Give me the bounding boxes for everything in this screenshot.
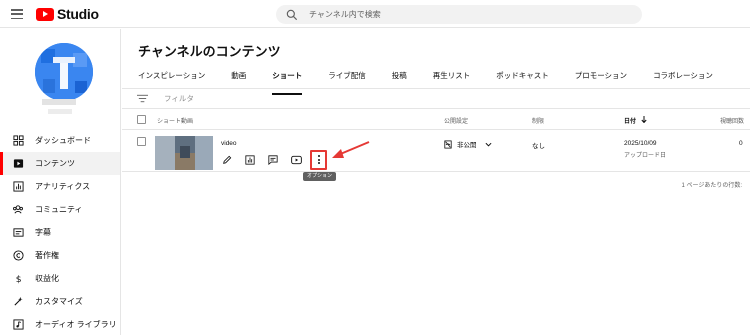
chevron-down-icon [485, 142, 491, 147]
row-checkbox[interactable] [137, 137, 146, 146]
filter-input[interactable]: フィルタ [164, 93, 194, 104]
sidebar-item-audio-library[interactable]: オーディオ ライブラリ [0, 313, 120, 335]
column-header-restrictions[interactable]: 制限 [532, 116, 544, 125]
sidebar-item-label: コンテンツ [35, 159, 75, 168]
sidebar-item-customize[interactable]: カスタマイズ [0, 290, 120, 313]
sidebar-item-label: コミュニティ [35, 205, 83, 214]
top-bar: Studio チャンネル内で検索 [0, 0, 750, 28]
content-icon [12, 158, 24, 170]
page-title: チャンネルのコンテンツ [138, 44, 281, 59]
copyright-icon [12, 250, 24, 262]
analytics-icon [12, 181, 24, 193]
subtitles-icon [12, 227, 24, 239]
analytics-icon[interactable] [244, 154, 256, 166]
sidebar-item-label: オーディオ ライブラリ [35, 320, 117, 329]
views-value: 0 [739, 140, 743, 147]
filter-icon [137, 94, 148, 103]
table-row[interactable]: video 非公開 なし 2025/10/09 アップロード日 0 [122, 130, 750, 172]
options-tooltip: オプション [303, 172, 337, 181]
sidebar-nav: ダッシュボード コンテンツ アナリティクス コミュニティ 字幕 著作権 $ 収益… [0, 129, 120, 335]
rows-per-page-label: 1 ページあたりの行数: [681, 183, 742, 189]
main-content: チャンネルのコンテンツ インスピレーション 動画 ショート ライブ配信 投稿 再… [122, 29, 750, 335]
audio-library-icon [12, 319, 24, 331]
hamburger-menu-icon[interactable] [11, 9, 23, 20]
customize-icon [12, 296, 24, 308]
channel-name-blurred [42, 99, 76, 105]
search-bar[interactable]: チャンネル内で検索 [276, 5, 642, 24]
date-type-label: アップロード日 [624, 153, 667, 159]
channel-avatar[interactable] [35, 43, 93, 101]
sidebar-item-label: ダッシュボード [35, 136, 91, 145]
sidebar-item-label: 字幕 [35, 228, 51, 237]
tab-live[interactable]: ライブ配信 [328, 68, 366, 88]
community-icon [12, 204, 24, 216]
studio-logo[interactable]: Studio [36, 6, 99, 22]
tab-podcasts[interactable]: ポッドキャスト [496, 68, 549, 88]
table-header: ショート動画 公開設定 制限 日付 視聴回数 [122, 110, 750, 130]
video-title[interactable]: video [221, 140, 237, 147]
edit-pencil-icon[interactable] [221, 154, 233, 166]
options-button[interactable] [310, 150, 327, 170]
sidebar-item-dashboard[interactable]: ダッシュボード [0, 129, 120, 152]
comments-icon[interactable] [267, 154, 279, 166]
sort-arrow-down-icon[interactable] [641, 116, 647, 123]
dashboard-icon [12, 135, 24, 147]
red-annotation-arrow [332, 141, 370, 158]
monetization-icon: $ [12, 273, 24, 285]
row-action-icons [221, 154, 313, 166]
sidebar-item-label: 著作権 [35, 251, 59, 260]
restrictions-value: なし [532, 143, 545, 150]
eye-off-icon [444, 140, 452, 148]
sidebar-item-analytics[interactable]: アナリティクス [0, 175, 120, 198]
sidebar: ダッシュボード コンテンツ アナリティクス コミュニティ 字幕 著作権 $ 収益… [0, 29, 121, 335]
column-header-visibility[interactable]: 公開設定 [444, 116, 468, 125]
visibility-value: 非公開 [457, 142, 477, 149]
tab-posts[interactable]: 投稿 [392, 68, 407, 88]
search-icon [286, 9, 298, 20]
youtube-play-icon [36, 7, 54, 21]
sidebar-item-community[interactable]: コミュニティ [0, 198, 120, 221]
content-tabs: インスピレーション 動画 ショート ライブ配信 投稿 再生リスト ポッドキャスト… [138, 68, 739, 95]
visibility-dropdown[interactable]: 非公開 [444, 139, 492, 149]
tab-videos[interactable]: 動画 [231, 68, 246, 88]
date-value: 2025/10/09 [624, 140, 657, 147]
youtube-view-icon[interactable] [290, 154, 302, 166]
sidebar-item-label: カスタマイズ [35, 297, 83, 306]
sidebar-item-label: 収益化 [35, 274, 59, 283]
svg-text:$: $ [15, 274, 21, 284]
column-header-date[interactable]: 日付 [624, 116, 636, 125]
column-header-views[interactable]: 視聴回数 [720, 116, 744, 125]
sidebar-item-label: アナリティクス [35, 182, 91, 191]
channel-handle-blurred [48, 109, 72, 114]
search-input[interactable]: チャンネル内で検索 [309, 9, 381, 20]
logo-text: Studio [57, 6, 99, 22]
sidebar-item-monetization[interactable]: $ 収益化 [0, 267, 120, 290]
column-header-video: ショート動画 [157, 119, 194, 125]
more-vert-icon [318, 155, 320, 166]
tab-playlists[interactable]: 再生リスト [433, 68, 471, 88]
tab-shorts[interactable]: ショート [272, 68, 303, 95]
video-thumbnail[interactable] [155, 136, 213, 170]
filter-bar[interactable]: フィルタ [122, 89, 750, 109]
tab-promotions[interactable]: プロモーション [575, 68, 627, 88]
sidebar-item-content[interactable]: コンテンツ [0, 152, 120, 175]
tab-collaborations[interactable]: コラボレーション [653, 68, 713, 88]
sidebar-item-copyright[interactable]: 著作権 [0, 244, 120, 267]
sidebar-item-subtitles[interactable]: 字幕 [0, 221, 120, 244]
select-all-checkbox[interactable] [137, 115, 146, 124]
tab-inspiration[interactable]: インスピレーション [138, 68, 205, 88]
